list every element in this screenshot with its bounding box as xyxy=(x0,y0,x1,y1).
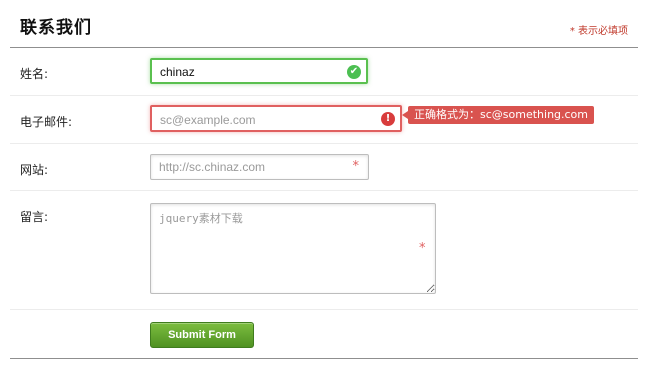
form-header: 联系我们 * 表示必填项 xyxy=(10,0,638,48)
name-value: chinaz xyxy=(160,65,195,79)
message-required-mark: * xyxy=(419,241,426,256)
email-label: 电子邮件: xyxy=(20,115,73,129)
contact-form: 联系我们 * 表示必填项 姓名: chinaz ✔ 电子邮件: sc@examp… xyxy=(10,0,638,382)
website-input[interactable]: http://sc.chinaz.com * xyxy=(150,154,369,180)
message-label: 留言: xyxy=(20,210,49,224)
exclamation-circle-icon: ! xyxy=(381,112,395,126)
form-footer-divider xyxy=(10,358,638,359)
email-input[interactable]: sc@example.com ! xyxy=(150,105,402,132)
email-placeholder: sc@example.com xyxy=(160,113,256,127)
check-circle-icon: ✔ xyxy=(347,65,361,79)
name-label: 姓名: xyxy=(20,67,49,81)
message-textarea[interactable] xyxy=(150,203,436,294)
form-title: 联系我们 xyxy=(20,18,92,38)
required-note: * 表示必填项 xyxy=(569,26,628,37)
website-label: 网站: xyxy=(20,163,49,177)
website-required-mark: * xyxy=(352,159,360,174)
submit-form-button[interactable]: Submit Form xyxy=(150,322,254,348)
name-input[interactable]: chinaz ✔ xyxy=(150,58,368,84)
email-error-tooltip: 正确格式为：sc@something.com xyxy=(401,106,595,124)
website-placeholder: http://sc.chinaz.com xyxy=(159,160,266,174)
